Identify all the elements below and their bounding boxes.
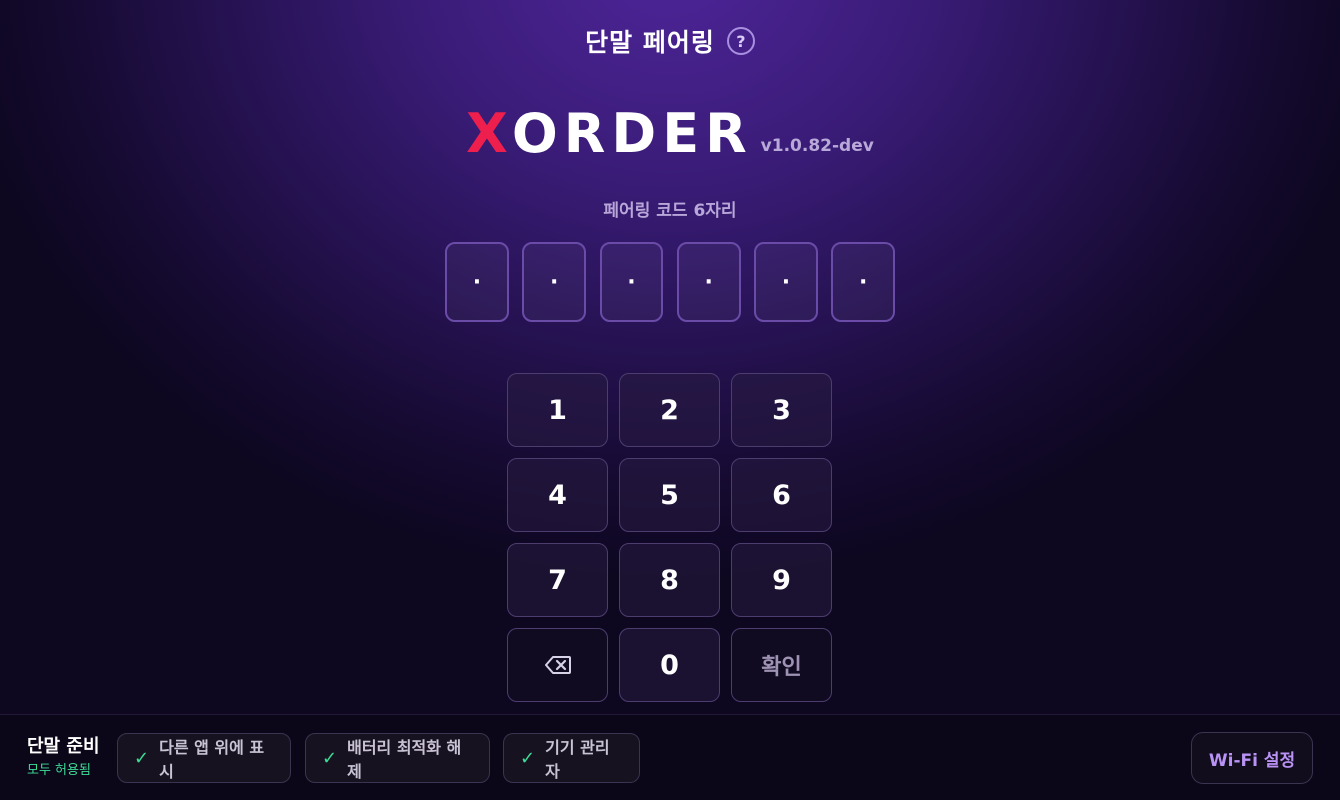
header: 단말 페어링 ? bbox=[0, 22, 1340, 60]
check-icon: ✓ bbox=[520, 747, 536, 769]
permission-overlay[interactable]: ✓ 다른 앱 위에 표시 bbox=[117, 733, 291, 783]
version-label: v1.0.82-dev bbox=[760, 136, 874, 156]
logo-x-letter: X bbox=[466, 102, 512, 165]
permission-device-admin[interactable]: ✓ 기기 관리자 bbox=[503, 733, 640, 783]
key-1[interactable]: 1 bbox=[507, 373, 608, 447]
key-8[interactable]: 8 bbox=[619, 543, 720, 617]
key-0[interactable]: 0 bbox=[619, 628, 720, 702]
logo-text: ORDER bbox=[511, 102, 753, 165]
wifi-settings-button[interactable]: Wi-Fi 설정 bbox=[1191, 732, 1313, 784]
check-icon: ✓ bbox=[322, 747, 338, 769]
ready-status-text: 모두 허용됨 bbox=[27, 763, 91, 778]
code-cell-6[interactable]: · bbox=[831, 242, 895, 322]
key-6[interactable]: 6 bbox=[731, 458, 832, 532]
permission-label: 기기 관리자 bbox=[545, 738, 610, 781]
pairing-screen: 단말 페어링 ? XORDER v1.0.82-dev 페어링 코드 6자리 ·… bbox=[0, 0, 1340, 800]
logo: XORDER bbox=[466, 104, 753, 164]
permission-label: 배터리 최적화 해제 bbox=[347, 738, 462, 781]
device-status-bar: 단말 준비 모두 허용됨 ✓ 다른 앱 위에 표시 ✓ 배터리 최적화 해제 ✓… bbox=[0, 714, 1340, 800]
pairing-code-input[interactable]: · · · · · · bbox=[445, 242, 895, 322]
ready-title: 단말 준비 bbox=[27, 736, 100, 757]
help-icon[interactable]: ? bbox=[726, 27, 755, 55]
key-9[interactable]: 9 bbox=[731, 543, 832, 617]
device-ready-status: 단말 준비 모두 허용됨 bbox=[27, 735, 100, 781]
code-cell-3[interactable]: · bbox=[599, 242, 664, 322]
backspace-button[interactable] bbox=[507, 628, 608, 702]
code-cell-1[interactable]: · bbox=[445, 242, 509, 322]
permission-label: 다른 앱 위에 표시 bbox=[159, 738, 265, 781]
key-5[interactable]: 5 bbox=[619, 458, 720, 532]
brand-row: XORDER v1.0.82-dev bbox=[0, 100, 1340, 164]
backspace-icon bbox=[544, 656, 571, 674]
key-2[interactable]: 2 bbox=[619, 373, 720, 447]
code-cell-4[interactable]: · bbox=[676, 242, 741, 322]
key-3[interactable]: 3 bbox=[731, 373, 832, 447]
pairing-code-label: 페어링 코드 6자리 bbox=[603, 201, 737, 221]
key-7[interactable]: 7 bbox=[507, 543, 608, 617]
number-keypad: 1 2 3 4 5 6 7 8 9 0 확인 bbox=[507, 373, 832, 702]
permission-battery[interactable]: ✓ 배터리 최적화 해제 bbox=[305, 733, 490, 783]
code-cell-5[interactable]: · bbox=[754, 242, 818, 322]
page-title: 단말 페어링 bbox=[585, 28, 715, 57]
check-icon: ✓ bbox=[134, 747, 150, 769]
code-cell-2[interactable]: · bbox=[522, 242, 586, 322]
key-4[interactable]: 4 bbox=[507, 458, 608, 532]
confirm-button[interactable]: 확인 bbox=[731, 628, 832, 702]
